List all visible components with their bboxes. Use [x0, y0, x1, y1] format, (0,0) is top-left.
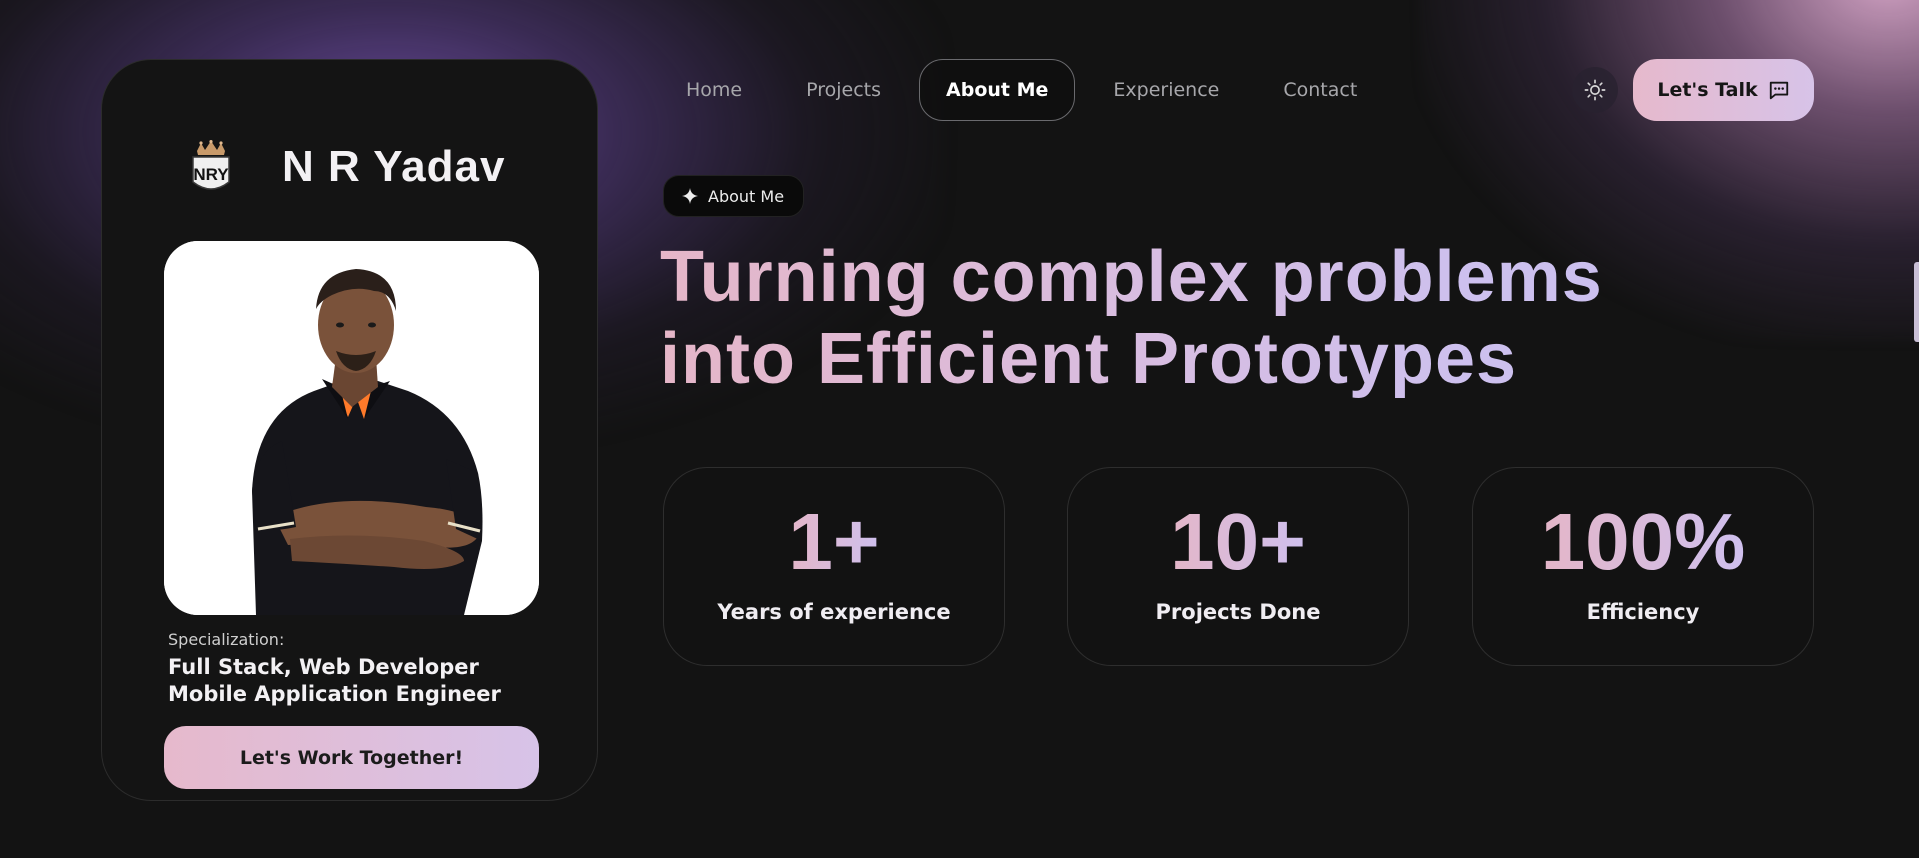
- profile-photo: [164, 241, 539, 615]
- nav-item-contact[interactable]: Contact: [1257, 59, 1383, 121]
- message-square-icon: [1768, 79, 1790, 101]
- specialization-line-1: Full Stack, Web Developer: [168, 655, 479, 679]
- stat-card-efficiency: 100% Efficiency: [1472, 467, 1814, 666]
- specialization-line-2: Mobile Application Engineer: [168, 682, 501, 706]
- brand-logo[interactable]: NRY: [186, 140, 236, 196]
- specialization-value: Full Stack, Web Developer Mobile Applica…: [168, 654, 548, 708]
- logo-monogram: NRY: [193, 165, 229, 184]
- stat-value: 100%: [1540, 497, 1746, 586]
- stat-label: Years of experience: [717, 600, 951, 624]
- lets-talk-button[interactable]: Let's Talk: [1633, 59, 1814, 121]
- page: NRY N R Yadav Specialization: Full Stack…: [0, 0, 1919, 858]
- headline-line-2: into Efficient Prototypes: [660, 319, 1518, 399]
- stat-card-projects: 10+ Projects Done: [1067, 467, 1409, 666]
- sparkle-icon: [682, 188, 698, 204]
- specialization-label: Specialization:: [168, 630, 285, 649]
- stat-value: 10+: [1170, 497, 1306, 586]
- nav-item-experience[interactable]: Experience: [1087, 59, 1245, 121]
- hero-headline: Turning complex problems into Efficient …: [660, 236, 1810, 400]
- scrollbar-thumb[interactable]: [1914, 262, 1919, 342]
- main-nav: Home Projects About Me Experience Contac…: [660, 59, 1395, 121]
- nav-item-home[interactable]: Home: [660, 59, 768, 121]
- stat-value: 1+: [788, 497, 880, 586]
- stat-card-experience: 1+ Years of experience: [663, 467, 1005, 666]
- nav-item-about-me[interactable]: About Me: [919, 59, 1076, 121]
- stat-label: Projects Done: [1155, 600, 1321, 624]
- theme-toggle-button[interactable]: [1572, 67, 1618, 113]
- work-together-button[interactable]: Let's Work Together!: [164, 726, 539, 789]
- brand-name[interactable]: N R Yadav: [282, 142, 505, 192]
- about-me-badge-label: About Me: [708, 186, 785, 206]
- sun-icon: [1584, 79, 1606, 101]
- headline-line-1: Turning complex problems: [660, 237, 1603, 317]
- profile-card: NRY N R Yadav Specialization: Full Stack…: [101, 59, 598, 801]
- nav-item-projects[interactable]: Projects: [780, 59, 907, 121]
- lets-talk-label: Let's Talk: [1657, 79, 1758, 101]
- about-me-badge: About Me: [663, 175, 805, 217]
- stat-label: Efficiency: [1586, 600, 1700, 624]
